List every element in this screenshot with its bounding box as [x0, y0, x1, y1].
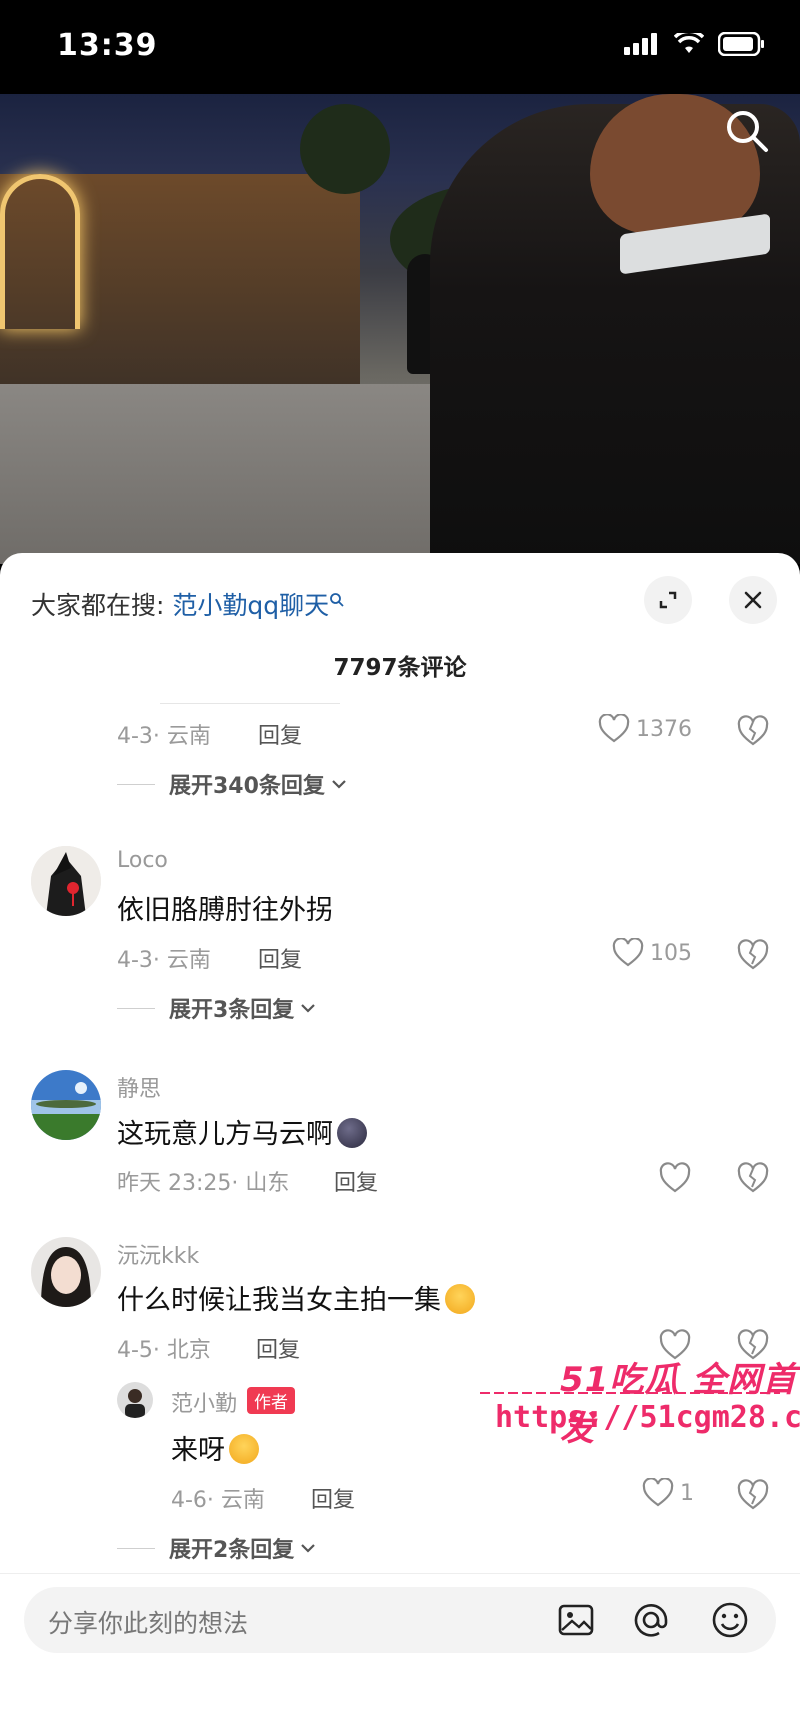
- reply-button[interactable]: 回复: [258, 942, 302, 974]
- avatar-image: [31, 846, 101, 916]
- watermark-decoration: [480, 1392, 780, 1394]
- broken-heart-icon[interactable]: [736, 938, 770, 972]
- video-scene-lights: [0, 174, 80, 329]
- comment-text: 依旧胳膊肘往外拐: [117, 895, 333, 926]
- expand-icon: [659, 591, 677, 609]
- search-icon[interactable]: [724, 108, 770, 154]
- comment-meta: 4-3· 云南: [117, 948, 211, 973]
- comment-username[interactable]: Loco: [117, 848, 168, 873]
- hot-search[interactable]: 大家都在搜: 范小勤qq聊天: [31, 586, 345, 622]
- comment-meta: 4-5· 北京: [117, 1338, 211, 1363]
- at-icon[interactable]: [631, 1600, 671, 1640]
- dash: [117, 1547, 155, 1549]
- reply-button[interactable]: 回复: [311, 1482, 355, 1514]
- like-button[interactable]: 1376: [598, 714, 692, 744]
- watermark-url: https://51cgm28.com: [495, 1400, 800, 1435]
- comment-text: 这玩意儿方马云啊: [117, 1112, 367, 1151]
- broken-heart-icon[interactable]: [736, 1161, 770, 1195]
- status-bar: 13:39: [0, 0, 800, 94]
- like-button[interactable]: 105: [612, 938, 692, 968]
- expand-replies[interactable]: 展开2条回复: [117, 1532, 318, 1564]
- close-icon: [744, 591, 762, 609]
- expand-replies[interactable]: 展开340条回复: [117, 768, 349, 800]
- comment-meta: 昨天 23:25· 山东: [117, 1171, 290, 1196]
- comment-input-placeholder: 分享你此刻的想法: [48, 1609, 249, 1638]
- reply-button[interactable]: 回复: [334, 1165, 378, 1197]
- heart-icon: [598, 714, 630, 743]
- video-player[interactable]: [0, 94, 800, 564]
- emoji-icon: [229, 1434, 259, 1464]
- status-time: 13:39: [57, 28, 158, 63]
- expand-replies-label: 展开3条回复: [169, 998, 295, 1023]
- heart-icon: [612, 938, 644, 967]
- avatar-image: [31, 1070, 101, 1140]
- chevron-down-icon: [301, 1004, 316, 1013]
- expand-button[interactable]: [644, 576, 692, 624]
- author-badge: 作者: [247, 1387, 296, 1414]
- heart-icon: [642, 1478, 674, 1507]
- reply-button[interactable]: 回复: [258, 718, 302, 750]
- broken-heart-icon[interactable]: [736, 1478, 770, 1512]
- divider: [160, 703, 340, 704]
- like-button[interactable]: 1: [642, 1478, 694, 1508]
- heart-icon[interactable]: [658, 1161, 692, 1195]
- emoji-icon: [445, 1284, 475, 1314]
- avatar[interactable]: [31, 846, 101, 916]
- comment-username[interactable]: 沅沅kkk: [117, 1238, 199, 1270]
- dash: [117, 783, 155, 785]
- emoji-icon[interactable]: [710, 1600, 750, 1640]
- avatar[interactable]: [117, 1382, 153, 1418]
- reply-meta: 4-6· 云南: [171, 1488, 265, 1513]
- like-count: 1376: [636, 716, 692, 742]
- reply-button[interactable]: 回复: [256, 1332, 300, 1364]
- avatar-image: [117, 1382, 153, 1418]
- reply-text: 来呀: [171, 1428, 259, 1467]
- comment-username[interactable]: 静思: [117, 1071, 161, 1103]
- expand-replies-label: 展开2条回复: [169, 1538, 295, 1563]
- comment-text-content: 什么时候让我当女主拍一集: [117, 1285, 441, 1316]
- expand-replies[interactable]: 展开3条回复: [117, 992, 318, 1024]
- avatar[interactable]: [31, 1237, 101, 1307]
- like-count: 1: [680, 1480, 694, 1506]
- emoji-icon: [337, 1118, 367, 1148]
- comment-meta: 4-3· 云南: [117, 724, 211, 749]
- search-icon: [330, 593, 344, 607]
- battery-icon: [718, 32, 764, 56]
- wifi-icon: [674, 33, 704, 53]
- chevron-down-icon: [301, 1544, 316, 1553]
- dash: [117, 1007, 155, 1009]
- avatar[interactable]: [31, 1070, 101, 1140]
- like-count: 105: [650, 940, 692, 966]
- video-scene-tree: [300, 104, 390, 194]
- expand-replies-label: 展开340条回复: [169, 774, 325, 799]
- chevron-down-icon: [332, 780, 346, 789]
- comment-text-content: 这玩意儿方马云啊: [117, 1119, 333, 1150]
- reply-text-content: 来呀: [171, 1435, 225, 1466]
- status-icons: [624, 32, 766, 56]
- comment-text: 什么时候让我当女主拍一集: [117, 1278, 475, 1317]
- broken-heart-icon[interactable]: [736, 714, 770, 748]
- comments-count: 7797条评论: [333, 655, 467, 681]
- signal-icon: [624, 33, 657, 55]
- reply-username-text[interactable]: 范小勤: [171, 1392, 237, 1417]
- image-icon[interactable]: [556, 1600, 596, 1640]
- hot-search-keyword[interactable]: 范小勤qq聊天: [172, 591, 329, 620]
- avatar-image: [31, 1237, 101, 1307]
- hot-search-prefix: 大家都在搜:: [31, 591, 173, 620]
- reply-username: 范小勤 作者: [171, 1386, 296, 1418]
- close-button[interactable]: [729, 576, 777, 624]
